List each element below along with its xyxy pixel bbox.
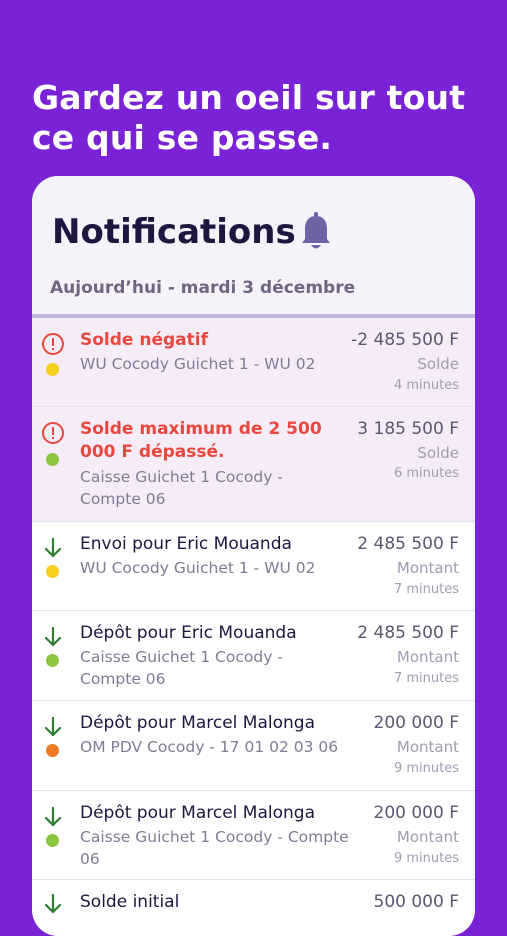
arrow-down-icon	[44, 716, 62, 737]
notification-label: Montant	[396, 738, 459, 756]
card-header: Notifications Aujourd’hui - mardi 3 déce…	[32, 176, 475, 314]
notification-subtitle: WU Cocody Guichet 1 - WU 02	[80, 559, 316, 577]
notification-row-initial-balance[interactable]: Solde initial 500 000 F	[32, 880, 475, 936]
notification-time: 7 minutes	[393, 582, 459, 597]
alert-circle-icon	[42, 422, 64, 444]
arrow-down-icon	[44, 806, 62, 827]
notification-amount: 200 000 F	[373, 803, 459, 823]
notification-title: Dépôt pour Marcel Malonga	[80, 713, 315, 733]
notification-subtitle: Caisse Guichet 1 Cocody - Compte 06	[80, 828, 349, 868]
notification-row-transfer[interactable]: Envoi pour Eric Mouanda WU Cocody Guiche…	[32, 522, 475, 611]
notification-title: Dépôt pour Eric Mouanda	[80, 623, 297, 643]
status-dot	[46, 363, 59, 376]
notification-amount: 2 485 500 F	[357, 623, 459, 643]
status-dot	[46, 453, 59, 466]
notification-label: Solde	[417, 444, 459, 462]
notification-row-deposit[interactable]: Dépôt pour Eric Mouanda Caisse Guichet 1…	[32, 611, 475, 701]
notification-title: Solde négatif	[80, 330, 208, 350]
notification-row-negative-balance[interactable]: Solde négatif WU Cocody Guichet 1 - WU 0…	[32, 318, 475, 407]
notification-subtitle: OM PDV Cocody - 17 01 02 03 06	[80, 738, 339, 756]
notification-amount: -2 485 500 F	[351, 330, 459, 350]
notification-label: Montant	[396, 828, 459, 846]
date-header: Aujourd’hui - mardi 3 décembre	[50, 278, 356, 298]
status-dot	[46, 565, 59, 578]
status-dot	[46, 744, 59, 757]
notification-title: Dépôt pour Marcel Malonga	[80, 803, 315, 823]
page-title: Notifications	[52, 212, 296, 252]
notification-time: 6 minutes	[393, 466, 459, 481]
notification-subtitle: Caisse Guichet 1 Cocody - Compte 06	[80, 468, 283, 508]
notification-amount: 2 485 500 F	[357, 534, 459, 554]
alert-circle-icon	[42, 333, 64, 355]
notification-row-deposit[interactable]: Dépôt pour Marcel Malonga Caisse Guichet…	[32, 791, 475, 880]
notifications-card: Notifications Aujourd’hui - mardi 3 déce…	[32, 176, 475, 936]
arrow-down-icon	[44, 626, 62, 647]
notification-amount: 500 000 F	[373, 892, 459, 912]
notification-row-max-exceeded[interactable]: Solde maximum de 2 500 000 F dépassé. Ca…	[32, 407, 475, 522]
notification-title: Envoi pour Eric Mouanda	[80, 534, 292, 554]
notification-subtitle: Caisse Guichet 1 Cocody - Compte 06	[80, 648, 283, 688]
notification-time: 9 minutes	[393, 761, 459, 776]
notification-title: Solde maximum de 2 500 000 F dépassé.	[80, 419, 322, 462]
bell-icon[interactable]	[300, 212, 332, 252]
notification-time: 7 minutes	[393, 671, 459, 686]
notification-subtitle: WU Cocody Guichet 1 - WU 02	[80, 355, 316, 373]
notification-amount: 3 185 500 F	[357, 419, 459, 439]
notification-title: Solde initial	[80, 892, 180, 912]
arrow-down-icon	[44, 537, 62, 558]
notification-label: Montant	[396, 648, 459, 666]
notification-time: 4 minutes	[393, 378, 459, 393]
notification-time: 9 minutes	[393, 851, 459, 866]
notification-amount: 200 000 F	[373, 713, 459, 733]
status-dot	[46, 834, 59, 847]
notification-row-deposit[interactable]: Dépôt pour Marcel Malonga OM PDV Cocody …	[32, 701, 475, 791]
status-dot	[46, 654, 59, 667]
notification-label: Solde	[417, 355, 459, 373]
headline: Gardez un oeil sur tout ce qui se passe.	[32, 78, 466, 157]
notification-label: Montant	[396, 559, 459, 577]
arrow-down-icon	[44, 893, 62, 914]
